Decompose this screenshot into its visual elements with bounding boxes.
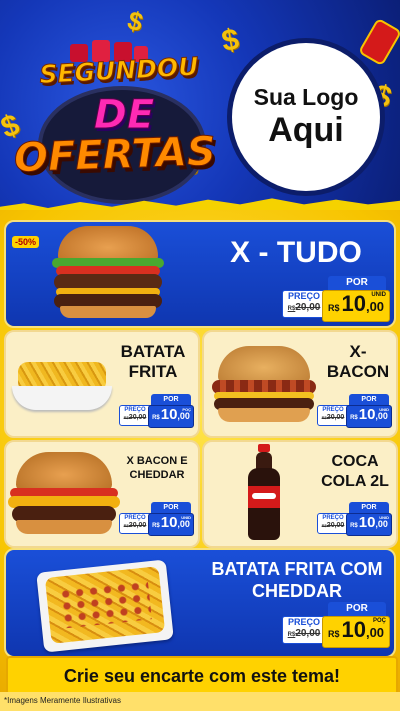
new-price-box: R$ 10 ,00 UNID [322,290,390,322]
product-card-x-bacon-cheddar[interactable]: X BACON E CHEDDAR POR PREÇO R$20,00 R$ 1… [4,440,200,548]
old-price-box: PREÇO R$20,00 [119,513,151,534]
disclaimer-text: *Imagens Meramente Ilustrativas [4,696,121,705]
old-price: 20,00 [128,522,147,529]
old-price: 20,00 [326,414,345,421]
fries-image [12,358,112,418]
unit-label: UNID [379,407,389,412]
unit-label: POÇ [182,407,191,412]
price-int: 10 [160,514,178,531]
product-card-batata-frita[interactable]: BATATA FRITA POR PREÇO R$20,00 R$ 10 ,00… [4,330,200,438]
product-name: X BACON E CHEDDAR [126,455,188,481]
price-int: 10 [358,406,376,423]
price-dec: ,00 [375,411,388,421]
currency: R$ [327,303,340,313]
old-price-box: PREÇO R$20,00 [282,290,326,318]
por-label: POR [328,276,386,290]
preco-label: PREÇO [322,515,344,521]
title-line-3: OFERTAS [13,128,217,182]
price-dec: ,00 [177,411,190,421]
currency: R$ [327,629,340,639]
unit-label: POÇ [372,618,386,624]
price-dec: ,00 [375,519,388,529]
old-price: 20,00 [295,628,321,639]
por-label: POR [151,502,191,513]
footer: *Imagens Meramente Ilustrativas [0,692,400,711]
old-price-box: PREÇO R$20,00 [317,405,349,426]
preco-label: PREÇO [124,407,146,413]
price-dec: ,00 [365,625,385,640]
old-price-box: PREÇO R$20,00 [317,513,349,534]
preco-label: PREÇO [124,515,146,521]
new-price-box: R$ 10 ,00 POÇ [322,616,390,648]
logo-text-line-1: Sua Logo [253,84,359,110]
product-card-coca-cola[interactable]: COCA COLA 2L POR PREÇO R$20,00 R$ 10 ,00… [202,440,398,548]
old-price: 20,00 [128,414,147,421]
unit-label: UNID [379,515,389,520]
burger-image [8,452,120,538]
old-price-box: PREÇO R$20,00 [282,616,326,644]
new-price-box: R$ 10 ,00 UNID [346,405,392,428]
product-card-x-bacon[interactable]: X-BACON POR PREÇO R$20,00 R$ 10 ,00 UNID [202,330,398,438]
cta-banner[interactable]: Crie seu encarte com este tema! [6,656,398,696]
por-label: POR [151,394,191,405]
logo-text-line-2: Aqui [268,111,344,149]
por-label: POR [349,502,389,513]
product-name: COCA COLA 2L [321,453,389,490]
preco-label: PREÇO [287,291,320,301]
old-price-box: PREÇO R$20,00 [119,405,151,426]
product-name: BATATA FRITA [120,342,186,381]
currency: R$ [350,415,358,421]
new-price-box: R$ 10 ,00 UNID [346,513,392,536]
new-price-box: R$ 10 ,00 POÇ [148,405,194,428]
por-label: POR [328,602,386,616]
por-label: POR [349,394,389,405]
dollar-icon: $ [124,4,147,38]
product-name: X-BACON [326,342,390,381]
title-line-1: SEGUNDOU [38,51,200,90]
preco-label: PREÇO [322,407,344,413]
preco-label: PREÇO [287,617,320,627]
soda-bottle-image [246,444,282,542]
currency: R$ [350,523,358,529]
unit-label: UNID [371,292,386,298]
new-price-box: R$ 10 ,00 UNID [148,513,194,536]
product-name: BATATA FRITA COM CHEDDAR [211,559,383,601]
burger-image [50,226,166,322]
cheddar-fries-image [36,559,174,653]
header: $ $ $ $ $ SEGUNDOU DE OFERTAS Sua Logo A… [0,0,400,210]
discount-badge: -50% [12,236,40,248]
price-int: 10 [160,406,178,423]
campaign-title: SEGUNDOU DE OFERTAS [13,40,224,200]
burger-image [210,346,318,426]
currency: R$ [152,523,160,529]
price-int: 10 [341,617,366,642]
firework-icon [360,20,400,64]
price-dec: ,00 [177,519,190,529]
old-price: 20,00 [326,522,345,529]
product-card-x-tudo[interactable]: -50% X - TUDO POR PREÇO R$20,00 R$ 10 ,0… [4,220,396,328]
price-dec: ,00 [365,299,385,314]
price-int: 10 [341,291,366,316]
old-price: 20,00 [295,302,321,313]
logo-placeholder[interactable]: Sua Logo Aqui [232,43,380,191]
price-int: 10 [358,514,376,531]
unit-label: UNID [181,515,191,520]
currency: R$ [152,415,160,421]
product-card-batata-cheddar[interactable]: BATATA FRITA COM CHEDDAR POR PREÇO R$20,… [4,548,396,658]
product-name: X - TUDO [230,236,362,269]
